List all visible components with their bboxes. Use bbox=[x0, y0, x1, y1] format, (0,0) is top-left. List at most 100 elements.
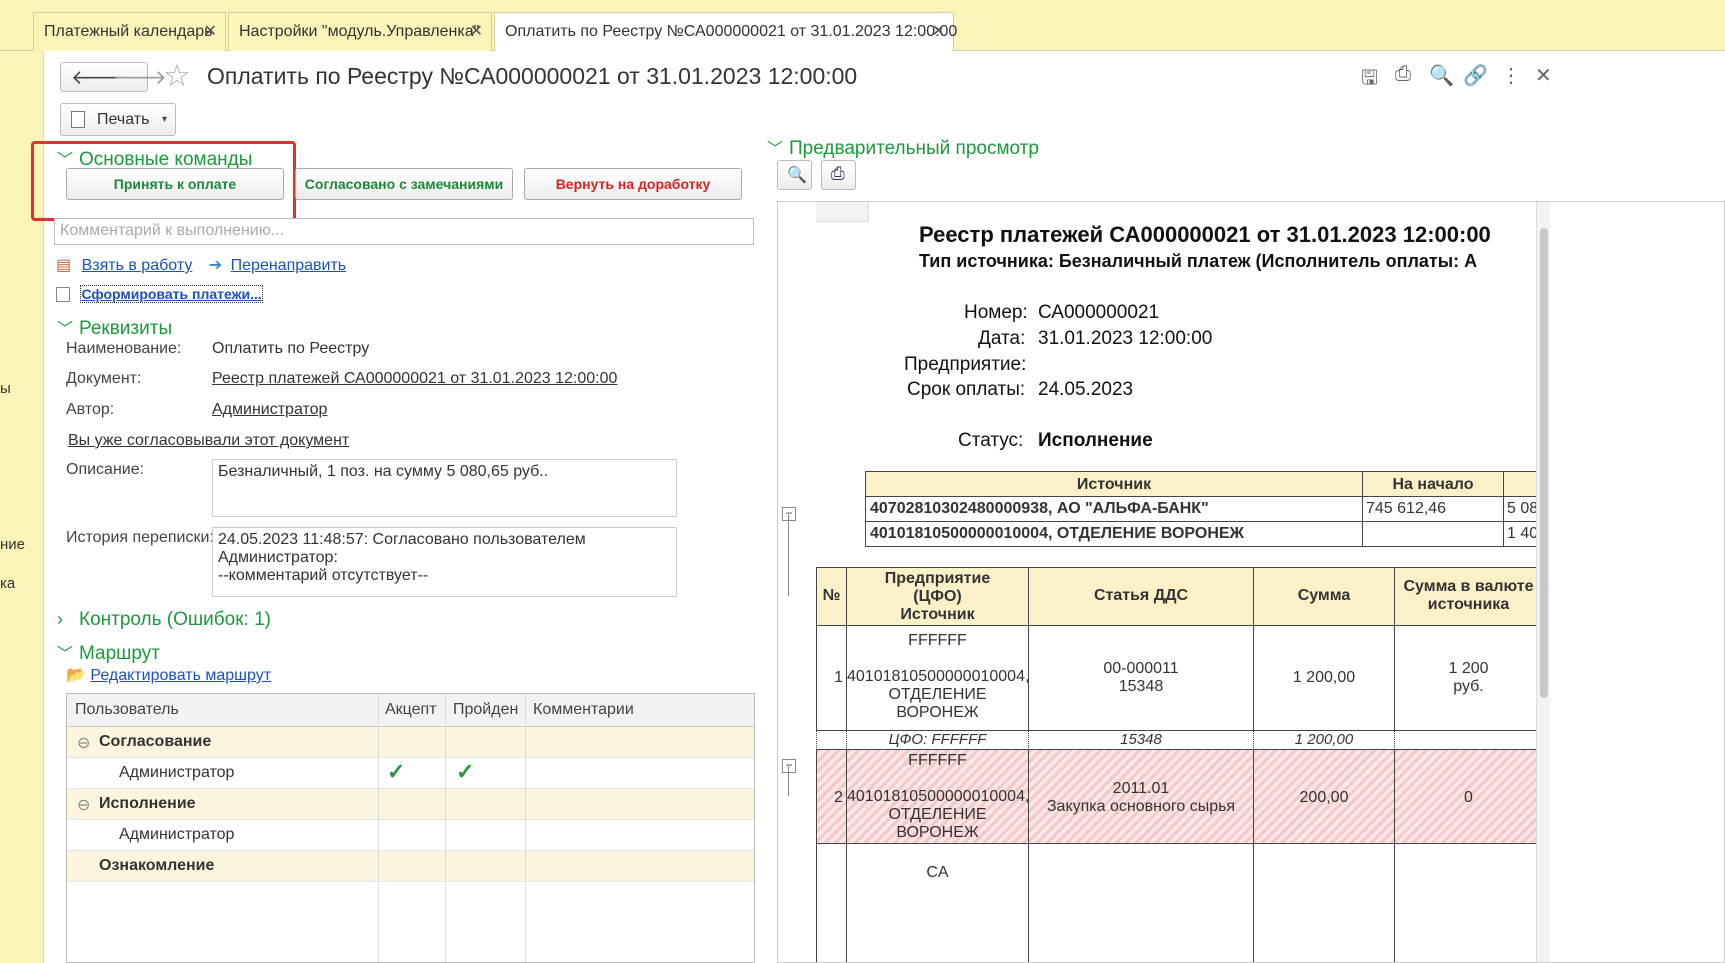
left-panel-item[interactable]: ы bbox=[0, 380, 11, 397]
main-header-cell: Сумма bbox=[1253, 567, 1395, 626]
enterprise-cell: FFFFFF 40101810500000010004, ОТДЕЛЕНИЕ В… bbox=[846, 625, 1029, 731]
redirect-link[interactable]: Перенаправить bbox=[231, 257, 347, 274]
description-label: Описание: bbox=[66, 461, 145, 478]
edit-route-link[interactable]: Редактировать маршрут bbox=[90, 667, 271, 684]
close-icon[interactable]: ✕ bbox=[1535, 63, 1552, 88]
close-icon[interactable]: ✕ bbox=[470, 13, 483, 51]
document-link[interactable]: Реестр платежей СА000000021 от 31.01.202… bbox=[212, 370, 617, 388]
chevron-right-icon: › bbox=[57, 609, 63, 629]
enterprise-cell: CA bbox=[846, 843, 1029, 962]
outline-collapse-icon[interactable]: − bbox=[782, 759, 796, 773]
chevron-down-icon: ▾ bbox=[161, 114, 167, 125]
top-strip bbox=[0, 0, 1725, 8]
take-to-work-row: ▤ Взять в работу ➔ Перенаправить bbox=[56, 255, 346, 275]
document-icon bbox=[56, 287, 70, 303]
field-label: Предприятие: bbox=[904, 354, 1027, 375]
column-divider bbox=[525, 694, 526, 962]
save-icon[interactable]: 🖫 bbox=[1361, 63, 1378, 97]
folder-edit-icon: 📂 bbox=[66, 667, 86, 684]
history-label: История переписки: bbox=[66, 529, 214, 546]
take-to-work-link[interactable]: Взять в работу bbox=[82, 257, 193, 274]
agreed-with-remarks-button[interactable]: Согласовано с замечаниями bbox=[295, 168, 513, 200]
tab-label: Платежный календарь bbox=[44, 23, 213, 40]
subtotal-cell bbox=[1394, 730, 1543, 750]
route-user-row[interactable]: Администратор ✓ ✓ bbox=[67, 758, 754, 789]
close-icon[interactable]: ✕ bbox=[932, 13, 945, 51]
print-icon[interactable]: ⎙ bbox=[1395, 63, 1411, 86]
row-number-cell: 2 bbox=[816, 749, 847, 844]
printer-icon: ⎙ bbox=[831, 164, 845, 183]
sum-currency-cell: 1 200 руб. bbox=[1394, 625, 1543, 731]
column-divider bbox=[378, 694, 379, 962]
user-label: Администратор bbox=[119, 764, 235, 781]
field-value: 31.01.2023 12:00:00 bbox=[1038, 328, 1213, 349]
form-payments-link[interactable]: Сформировать платежи... bbox=[80, 285, 263, 303]
return-for-rework-button[interactable]: Вернуть на доработку bbox=[524, 168, 742, 200]
route-section-header[interactable]: ﹀ Маршрут bbox=[57, 640, 160, 665]
scrollbar-thumb[interactable] bbox=[1540, 228, 1548, 698]
chevron-down-icon: ﹀ bbox=[57, 646, 74, 663]
tab-payment-calendar[interactable]: Платежный календарь ✕ bbox=[33, 12, 226, 51]
tab-label: Настройки "модуль.Управленка" bbox=[239, 23, 480, 40]
chevron-down-icon: ﹀ bbox=[57, 152, 74, 169]
accept-check-icon: ✓ bbox=[387, 759, 406, 784]
collapse-icon[interactable]: ⊖ bbox=[77, 795, 90, 815]
column-header[interactable]: Пройден bbox=[453, 701, 518, 719]
enterprise-cell: FFFFFF 40101810500000010004, ОТДЕЛЕНИЕ В… bbox=[846, 749, 1029, 844]
column-header[interactable]: Пользователь bbox=[75, 701, 179, 719]
magnifier-icon: 🔍 bbox=[787, 167, 807, 184]
route-group-row[interactable]: Ознакомление bbox=[67, 851, 754, 882]
route-table: Пользователь Акцепт Пройден Комментарии … bbox=[66, 693, 755, 963]
details-section-header[interactable]: ﹀ Реквизиты bbox=[57, 315, 172, 340]
collapse-icon[interactable]: ⊖ bbox=[77, 733, 90, 753]
section-title: Реквизиты bbox=[79, 318, 173, 339]
column-header[interactable]: Комментарии bbox=[533, 701, 634, 719]
preview-section-header[interactable]: ﹀ Предварительный просмотр bbox=[767, 135, 1039, 160]
redirect-arrow-icon: ➔ bbox=[208, 257, 223, 274]
print-doc-icon bbox=[71, 111, 85, 128]
print-label: Печать bbox=[97, 111, 150, 128]
preview-icon[interactable]: 🔍 bbox=[1429, 63, 1454, 88]
route-table-header: Пользователь Акцепт Пройден Комментарии bbox=[67, 694, 754, 727]
outline-collapse-icon[interactable]: − bbox=[782, 507, 796, 521]
tab-pay-registry[interactable]: Оплатить по Реестру №СА000000021 от 31.0… bbox=[494, 12, 957, 52]
nav-buttons: 🡐 🡒 bbox=[60, 62, 167, 92]
left-panel-item[interactable]: ние bbox=[0, 536, 25, 553]
more-icon[interactable]: ⋮ bbox=[1501, 63, 1521, 88]
route-group-row[interactable]: ⊖ Исполнение bbox=[67, 789, 754, 820]
accept-button[interactable]: Принять к оплате bbox=[66, 168, 284, 200]
route-user-row[interactable]: Администратор bbox=[67, 820, 754, 851]
close-icon[interactable]: ✕ bbox=[204, 13, 217, 51]
favorite-star-icon[interactable]: ☆ bbox=[163, 58, 191, 94]
already-agreed-link[interactable]: Вы уже согласовывали этот документ bbox=[68, 432, 349, 450]
field-value: 24.05.2023 bbox=[1038, 379, 1134, 400]
tab-settings[interactable]: Настройки "модуль.Управленка" ✕ bbox=[228, 12, 492, 51]
work-icon: ▤ bbox=[56, 257, 72, 274]
preview-print-button[interactable]: ⎙ bbox=[821, 160, 856, 190]
comment-input[interactable]: Комментарий к выполнению... bbox=[54, 218, 754, 245]
chevron-down-icon: ﹀ bbox=[767, 141, 784, 158]
preview-area[interactable]: − − Реестр платежей СА000000021 от 31.01… bbox=[777, 201, 1725, 963]
route-group-row[interactable]: ⊖ Согласование bbox=[67, 727, 754, 758]
article-cell bbox=[1028, 843, 1254, 962]
user-label: Администратор bbox=[119, 826, 235, 843]
outline-line bbox=[788, 514, 789, 596]
print-button[interactable]: Печать ▾ bbox=[60, 103, 176, 136]
left-panel-item[interactable]: ка bbox=[0, 575, 15, 592]
section-title: Предварительный просмотр bbox=[789, 138, 1039, 159]
control-section-header[interactable]: › Контроль (Ошибок: 1) bbox=[57, 609, 271, 631]
history-field[interactable]: 24.05.2023 11:48:57: Согласовано пользов… bbox=[212, 527, 677, 597]
preview-zoom-button[interactable]: 🔍 bbox=[777, 160, 812, 190]
main-header-cell: Статья ДДС bbox=[1028, 567, 1254, 626]
description-field[interactable]: Безналичный, 1 поз. на сумму 5 080,65 ру… bbox=[212, 459, 677, 517]
subtotal-cell bbox=[816, 730, 847, 750]
section-title: Контроль (Ошибок: 1) bbox=[79, 609, 271, 630]
column-header[interactable]: Акцепт bbox=[385, 701, 437, 719]
article-cell: 00-000011 15348 bbox=[1028, 625, 1254, 731]
forward-arrow-icon[interactable]: 🡒 bbox=[113, 65, 167, 90]
main-header-cell: № bbox=[816, 567, 847, 626]
author-link[interactable]: Администратор bbox=[212, 401, 327, 419]
preview-scrollbar[interactable] bbox=[1536, 202, 1550, 962]
article-cell: 2011.01 Закупка основного сырья bbox=[1028, 749, 1254, 844]
link-icon[interactable]: 🔗 bbox=[1463, 63, 1488, 88]
